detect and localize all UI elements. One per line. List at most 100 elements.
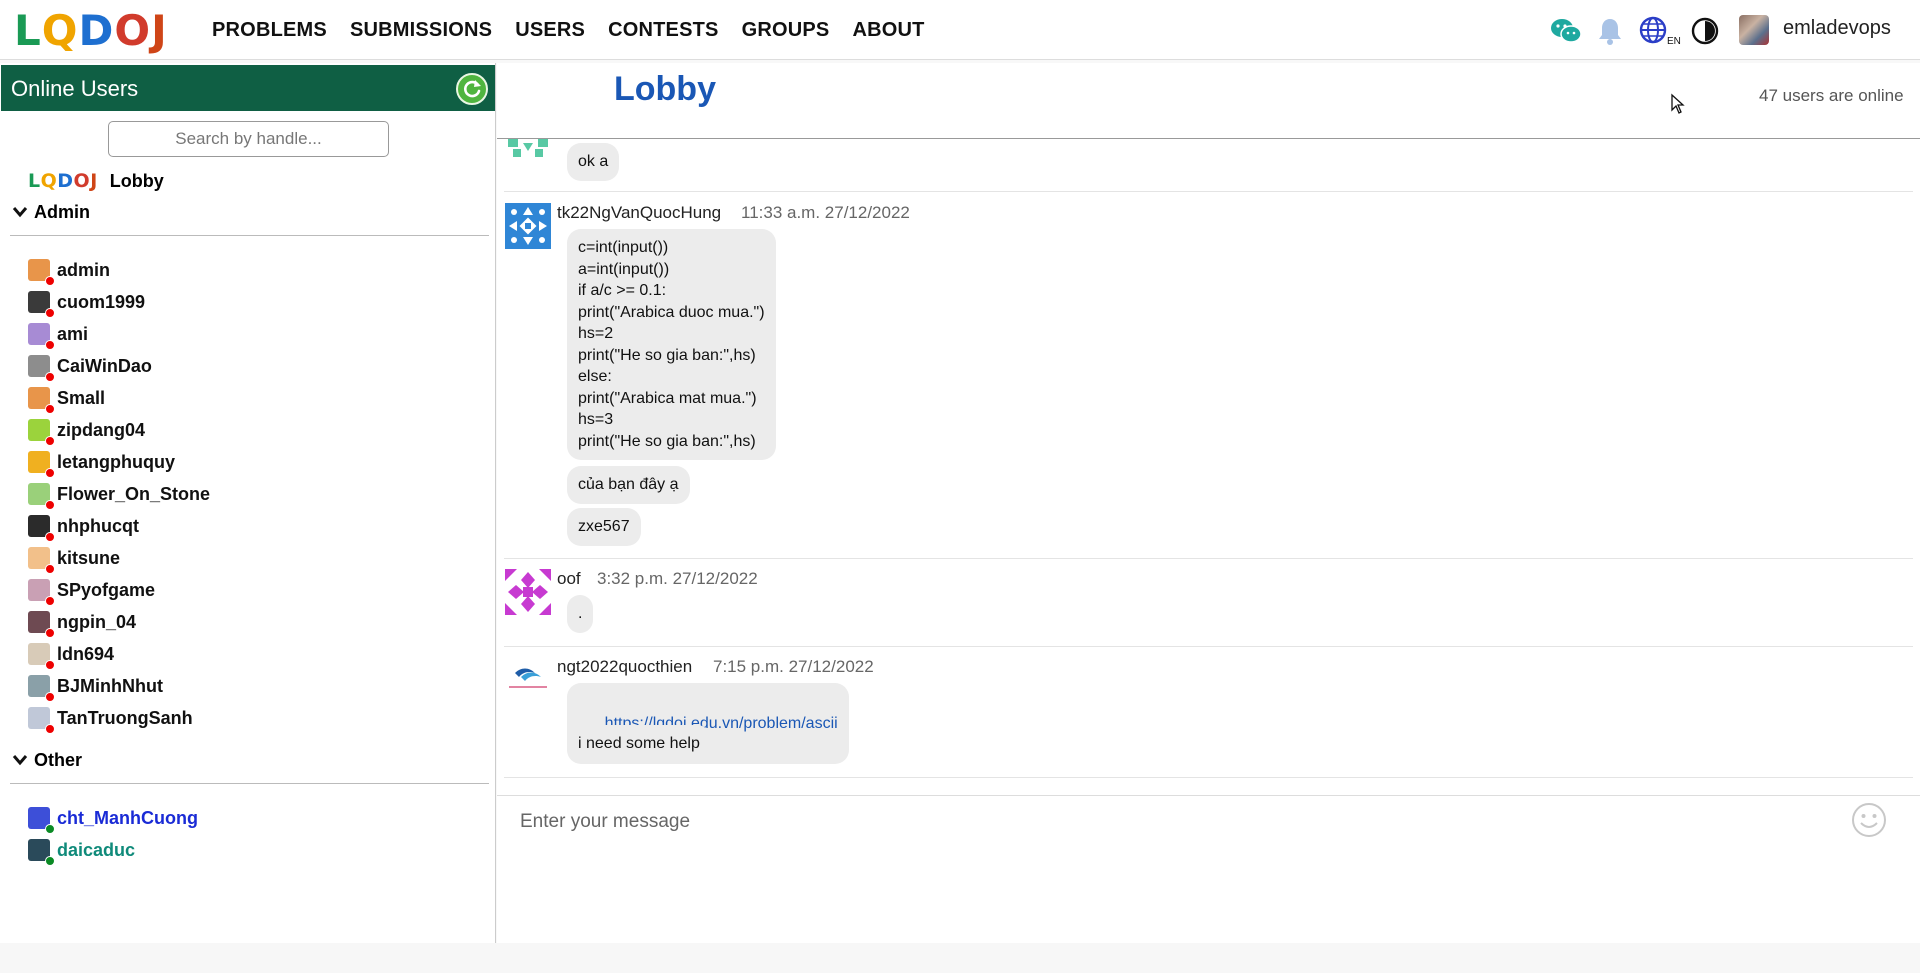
user-avatar-icon <box>28 323 55 350</box>
logo-letter: O <box>73 170 91 192</box>
identicon-avatar[interactable] <box>505 203 551 249</box>
user-list-item[interactable]: BJMinhNhut <box>28 672 163 702</box>
user-handle: SPyofgame <box>57 579 156 600</box>
nav-link-submissions[interactable]: SUBMISSIONS <box>350 19 492 42</box>
message-bubble: zxe567 <box>567 508 641 546</box>
nav-link-contests[interactable]: CONTESTS <box>608 19 719 42</box>
logo-letter: Q <box>40 170 58 192</box>
user-handle: zipdang04 <box>57 419 146 440</box>
user-list-item[interactable]: zipdang04 <box>28 416 146 446</box>
user-handle: Small <box>57 387 106 408</box>
user-list-item[interactable]: kitsune <box>28 544 120 574</box>
status-dot <box>45 340 55 350</box>
page-bottom-strip <box>0 943 1920 973</box>
globe-icon[interactable]: EN <box>1637 14 1681 48</box>
logo-letter: L <box>28 170 41 192</box>
lobby-item[interactable]: LQDOJ Lobby <box>28 166 164 196</box>
message-author[interactable]: tk22NgVanQuocHung <box>557 203 721 223</box>
status-dot <box>45 724 55 734</box>
message-timestamp: 3:32 p.m. 27/12/2022 <box>597 569 758 588</box>
message-divider <box>504 191 1913 192</box>
status-dot <box>45 308 55 318</box>
logo-letter: L <box>14 5 42 55</box>
user-list-item[interactable]: CaiWinDao <box>28 352 152 382</box>
message-input[interactable] <box>520 807 1820 837</box>
logo-avatar[interactable] <box>505 657 551 703</box>
user-handle: ldn694 <box>57 643 115 664</box>
user-avatar-icon <box>28 643 55 670</box>
refresh-icon <box>464 80 481 98</box>
chevron-down-icon <box>12 207 28 218</box>
user-avatar-icon <box>28 675 55 702</box>
user-list-item[interactable]: nhphucqt <box>28 512 139 542</box>
mouse-cursor-icon <box>1671 93 1685 114</box>
user-list-item[interactable]: letangphuquy <box>28 448 175 478</box>
username-link[interactable]: emladevops <box>1783 17 1891 40</box>
online-count: 47 users are online <box>1759 86 1904 105</box>
user-list-item[interactable]: ngpin_04 <box>28 608 137 638</box>
user-avatar-icon <box>28 547 55 574</box>
user-list-item[interactable]: cuom1999 <box>28 288 146 318</box>
message-timestamp: 11:33 a.m. 27/12/2022 <box>741 203 910 222</box>
user-list-item[interactable]: SPyofgame <box>28 576 156 606</box>
user-list-item[interactable]: Flower_On_Stone <box>28 480 211 510</box>
user-avatar[interactable] <box>1739 15 1769 45</box>
user-handle: Flower_On_Stone <box>57 483 211 504</box>
message-author[interactable]: oof <box>557 569 581 589</box>
message-divider <box>504 777 1913 778</box>
user-avatar-icon <box>28 839 55 866</box>
user-handle: TanTruongSanh <box>57 707 193 728</box>
user-list-item[interactable]: cht_ManhCuong <box>28 804 198 834</box>
user-list-item[interactable]: TanTruongSanh <box>28 704 193 734</box>
status-dot <box>45 628 55 638</box>
user-handle: admin <box>57 259 111 280</box>
user-list-item[interactable]: admin <box>28 256 111 286</box>
theme-toggle-icon[interactable] <box>1688 14 1722 48</box>
nav-link-about[interactable]: ABOUT <box>852 19 924 42</box>
user-list-item[interactable]: Small <box>28 384 106 414</box>
status-dot <box>45 564 55 574</box>
search-handle-input[interactable] <box>108 121 389 157</box>
group-toggle-other[interactable]: Other <box>12 747 82 773</box>
status-dot <box>45 692 55 702</box>
group-toggle-admin[interactable]: Admin <box>12 199 90 225</box>
chat-icon[interactable] <box>1549 14 1583 48</box>
message-bubble: c=int(input()) a=int(input()) if a/c >= … <box>567 229 776 460</box>
logo-letter: D <box>78 5 115 55</box>
message-bubble: . <box>567 595 594 633</box>
lobby-label: Lobby <box>109 170 164 191</box>
user-handle: cuom1999 <box>57 291 146 312</box>
emoji-icon[interactable] <box>1851 802 1887 838</box>
message-divider <box>504 646 1913 647</box>
language-badge: EN <box>1667 36 1681 47</box>
user-avatar-icon <box>28 451 55 478</box>
nav-link-problems[interactable]: PROBLEMS <box>212 19 327 42</box>
refresh-button[interactable] <box>456 73 488 105</box>
room-title: Lobby <box>614 70 716 108</box>
user-list-item[interactable]: ami <box>28 320 89 350</box>
user-list-item[interactable]: daicaduc <box>28 836 135 866</box>
bell-icon[interactable] <box>1593 14 1627 48</box>
main-nav: PROBLEMS SUBMISSIONS USERS CONTESTS GROU… <box>212 0 948 60</box>
user-handle: nhphucqt <box>57 515 139 536</box>
user-avatar-icon <box>28 355 55 382</box>
status-dot <box>45 824 55 834</box>
message-author[interactable]: ngt2022quocthien <box>557 657 692 677</box>
user-list-item[interactable]: ldn694 <box>28 640 115 670</box>
lobby-logo-icon: LQDOJ <box>28 170 98 192</box>
user-handle: ngpin_04 <box>57 611 137 632</box>
user-avatar-icon <box>28 611 55 638</box>
user-avatar-icon <box>28 291 55 318</box>
status-dot <box>45 660 55 670</box>
message-bubble: ok a <box>567 143 620 181</box>
nav-link-users[interactable]: USERS <box>515 19 585 42</box>
divider <box>10 783 489 784</box>
site-logo[interactable]: L Q D O J <box>14 5 168 55</box>
group-title-label: Admin <box>34 201 90 222</box>
user-avatar-icon <box>28 419 55 446</box>
identicon-avatar[interactable] <box>505 569 551 615</box>
user-avatar-icon <box>28 483 55 510</box>
status-dot <box>45 532 55 542</box>
nav-link-groups[interactable]: GROUPS <box>742 19 830 42</box>
user-handle: ami <box>57 323 89 344</box>
